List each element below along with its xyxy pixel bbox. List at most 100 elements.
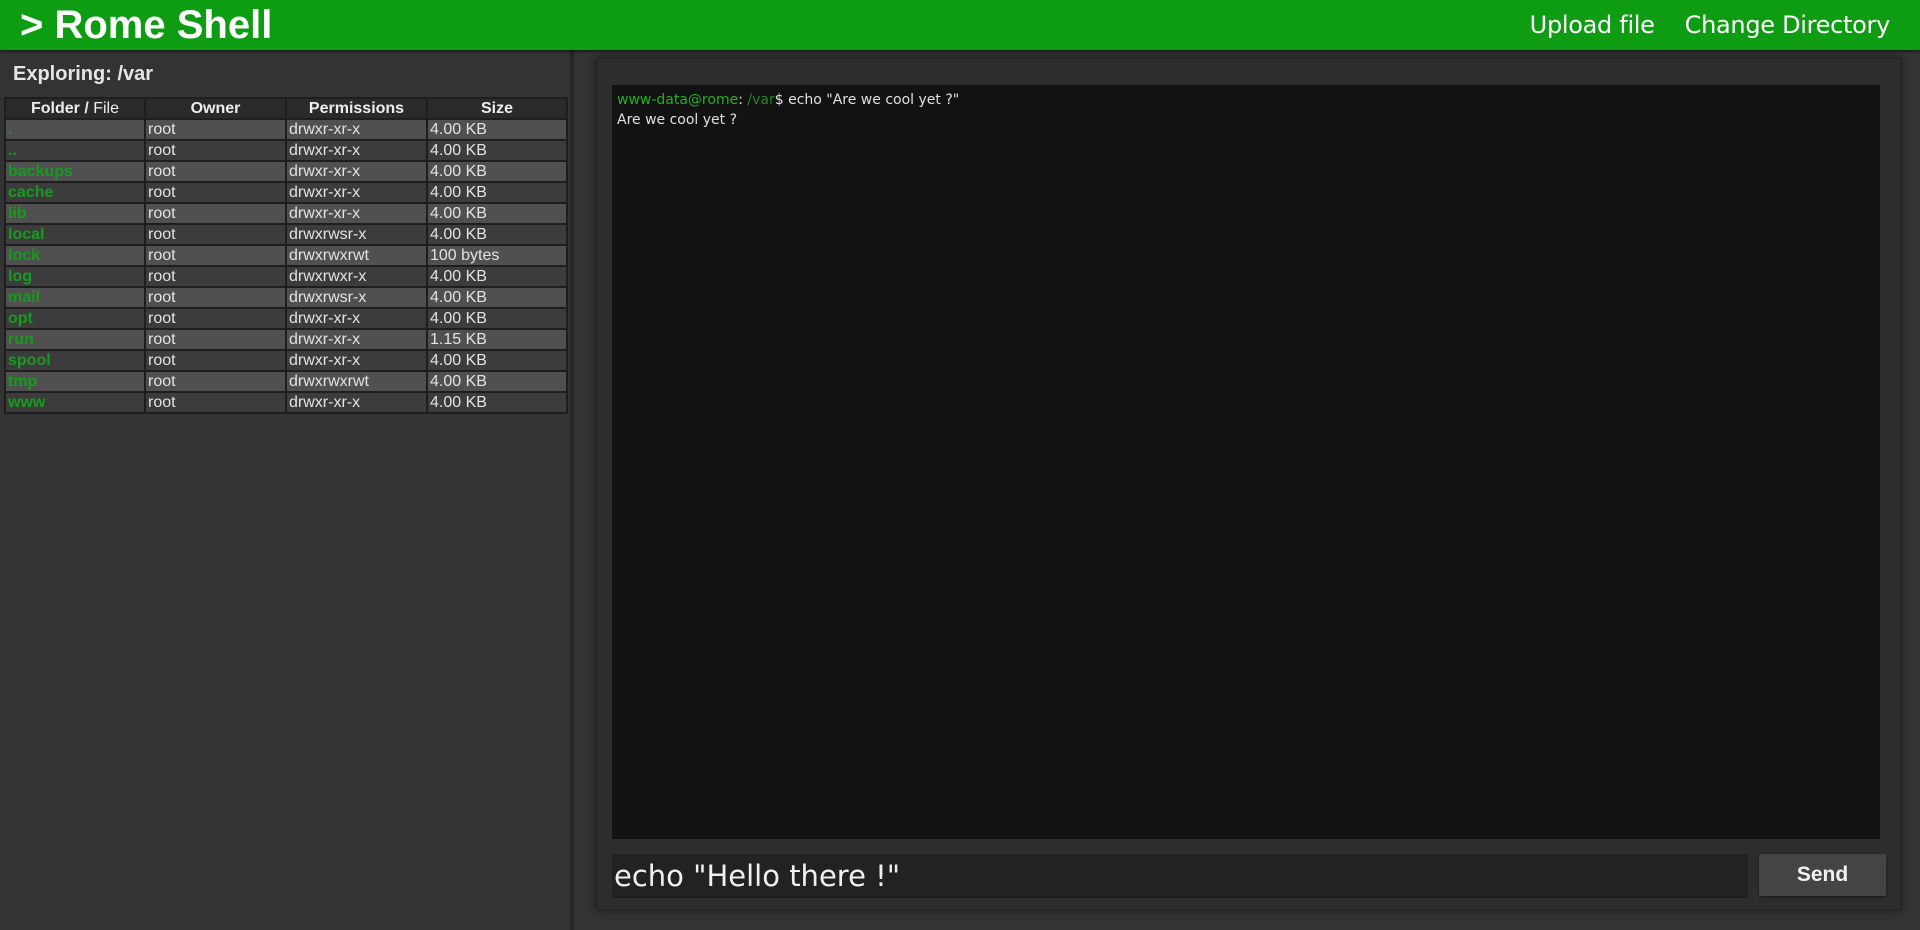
cell-size: 4.00 KB	[426, 181, 568, 204]
cell-size: 4.00 KB	[426, 139, 568, 162]
cell-name: spool	[4, 349, 146, 372]
terminal-line: www-data@rome: /var$ echo "Are we cool y…	[617, 90, 1875, 110]
command-input[interactable]	[612, 854, 1748, 898]
cell-name: www	[4, 391, 146, 414]
folder-link[interactable]: www	[8, 394, 45, 411]
column-header-size: Size	[426, 97, 568, 120]
change-directory-link[interactable]: Change Directory	[1685, 11, 1891, 39]
prompt-user: www-data@rome	[617, 92, 739, 108]
table-row: backups root drwxr-xr-x 4.00 KB	[4, 160, 568, 183]
cell-name: .	[4, 118, 146, 141]
file-table-body: . root drwxr-xr-x 4.00 KB.. root drwxr-xr-x 4.…	[4, 118, 568, 414]
cell-permissions: drwxr-xr-x	[285, 139, 428, 162]
cell-size: 4.00 KB	[426, 391, 568, 414]
cell-permissions: drwxrwsr-x	[285, 286, 428, 309]
column-header-owner: Owner	[144, 97, 287, 120]
table-row: tmp root drwxrwxrwt 4.00 KB	[4, 370, 568, 393]
table-row: spool root drwxr-xr-x 4.00 KB	[4, 349, 568, 372]
cell-size: 100 bytes	[426, 244, 568, 267]
cell-owner: root	[144, 223, 287, 246]
cell-name: mail	[4, 286, 146, 309]
table-row: .. root drwxr-xr-x 4.00 KB	[4, 139, 568, 162]
prompt-symbol: $	[774, 92, 789, 108]
app-root: > Rome Shell Upload file Change Director…	[0, 0, 1920, 930]
app-title[interactable]: > Rome Shell	[20, 0, 272, 50]
folder-link[interactable]: tmp	[8, 373, 37, 390]
cell-name: local	[4, 223, 146, 246]
folder-link[interactable]: local	[8, 226, 44, 243]
cell-permissions: drwxrwxr-x	[285, 265, 428, 288]
upload-file-link[interactable]: Upload file	[1530, 11, 1655, 39]
terminal-output: www-data@rome: /var$ echo "Are we cool y…	[612, 85, 1880, 839]
cell-owner: root	[144, 118, 287, 141]
folder-link[interactable]: cache	[8, 184, 53, 201]
table-row: . root drwxr-xr-x 4.00 KB	[4, 118, 568, 141]
cell-name: backups	[4, 160, 146, 183]
column-header-name: Folder / File	[4, 97, 146, 120]
folder-link[interactable]: backups	[8, 163, 73, 180]
cell-permissions: drwxrwxrwt	[285, 370, 428, 393]
prompt-separator: :	[738, 92, 748, 108]
cell-permissions: drwxr-xr-x	[285, 181, 428, 204]
cell-size: 4.00 KB	[426, 265, 568, 288]
cell-name: run	[4, 328, 146, 351]
cell-size: 4.00 KB	[426, 349, 568, 372]
table-row: run root drwxr-xr-x 1.15 KB	[4, 328, 568, 351]
table-row: lib root drwxr-xr-x 4.00 KB	[4, 202, 568, 225]
cell-name: log	[4, 265, 146, 288]
folder-link[interactable]: log	[8, 268, 32, 285]
cell-size: 1.15 KB	[426, 328, 568, 351]
top-header: > Rome Shell Upload file Change Director…	[0, 0, 1920, 50]
folder-link[interactable]: spool	[8, 352, 51, 369]
cell-size: 4.00 KB	[426, 307, 568, 330]
prompt-command: echo "Are we cool yet ?"	[788, 92, 960, 108]
cell-name: lib	[4, 202, 146, 225]
send-button[interactable]: Send	[1759, 854, 1886, 896]
folder-link[interactable]: lock	[8, 247, 40, 264]
terminal-output-line: Are we cool yet ?	[617, 112, 738, 128]
cell-permissions: drwxr-xr-x	[285, 202, 428, 225]
folder-link[interactable]: mail	[8, 289, 40, 306]
cell-permissions: drwxrwsr-x	[285, 223, 428, 246]
cell-owner: root	[144, 286, 287, 309]
cell-size: 4.00 KB	[426, 223, 568, 246]
cell-name: cache	[4, 181, 146, 204]
folder-link[interactable]: opt	[8, 310, 33, 327]
cell-permissions: drwxr-xr-x	[285, 118, 428, 141]
table-row: local root drwxrwsr-x 4.00 KB	[4, 223, 568, 246]
cell-permissions: drwxr-xr-x	[285, 391, 428, 414]
folder-link[interactable]: ..	[8, 142, 17, 159]
table-row: cache root drwxr-xr-x 4.00 KB	[4, 181, 568, 204]
table-row: log root drwxrwxr-x 4.00 KB	[4, 265, 568, 288]
folder-label: Folder /	[30, 99, 89, 117]
table-header-row: Folder / File Owner Permissions Size	[4, 97, 568, 120]
cell-owner: root	[144, 202, 287, 225]
cell-size: 4.00 KB	[426, 286, 568, 309]
cell-owner: root	[144, 370, 287, 393]
cell-owner: root	[144, 307, 287, 330]
cell-size: 4.00 KB	[426, 202, 568, 225]
cell-owner: root	[144, 328, 287, 351]
folder-link[interactable]: lib	[8, 205, 27, 222]
cell-name: tmp	[4, 370, 146, 393]
table-row: www root drwxr-xr-x 4.00 KB	[4, 391, 568, 414]
file-explorer-panel: Exploring: /var Folder / File Owner Perm…	[0, 50, 574, 930]
cell-name: ..	[4, 139, 146, 162]
cell-owner: root	[144, 181, 287, 204]
column-header-permissions: Permissions	[285, 97, 428, 120]
folder-link[interactable]: run	[8, 331, 34, 348]
prompt-path: /var	[747, 92, 775, 108]
cell-owner: root	[144, 349, 287, 372]
cell-name: lock	[4, 244, 146, 267]
table-row: opt root drwxr-xr-x 4.00 KB	[4, 307, 568, 330]
exploring-title: Exploring: /var	[13, 63, 154, 85]
folder-link[interactable]: .	[8, 121, 12, 138]
table-row: lock root drwxrwxrwt 100 bytes	[4, 244, 568, 267]
cell-owner: root	[144, 244, 287, 267]
header-nav: Upload file Change Directory	[1530, 0, 1891, 50]
file-label: File	[93, 99, 119, 117]
cell-owner: root	[144, 160, 287, 183]
cell-permissions: drwxr-xr-x	[285, 349, 428, 372]
cell-size: 4.00 KB	[426, 118, 568, 141]
cell-owner: root	[144, 139, 287, 162]
